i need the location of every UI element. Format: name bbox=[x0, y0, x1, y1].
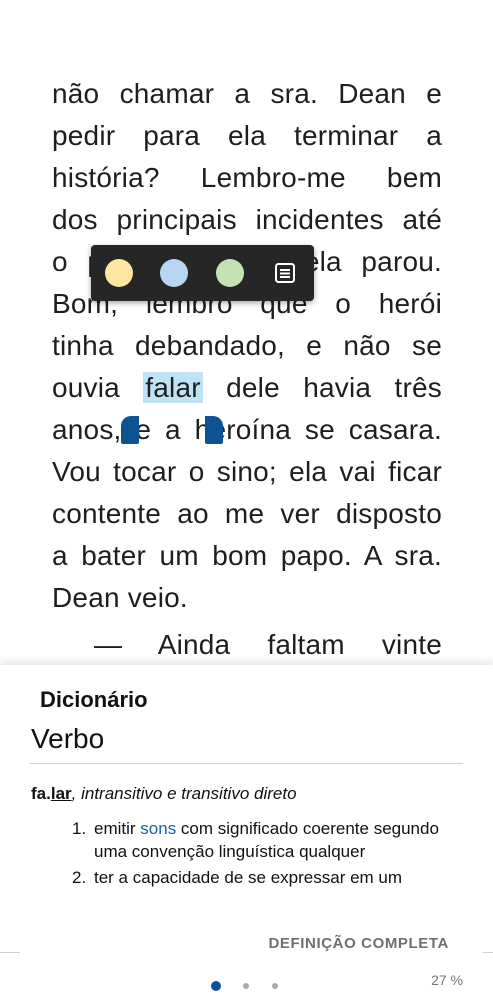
highlight-blue-button[interactable] bbox=[160, 259, 188, 287]
definition-item: 2. ter a capacidade de se expressar em u… bbox=[72, 866, 462, 889]
page-dot[interactable] bbox=[243, 983, 249, 989]
highlight-green-button[interactable] bbox=[216, 259, 244, 287]
dictionary-panel: Dicionário Verbo fa.lar, intransitivo e … bbox=[0, 665, 493, 1000]
page-indicator[interactable] bbox=[0, 977, 493, 997]
highlight-yellow-button[interactable] bbox=[105, 259, 133, 287]
definition-link[interactable]: sons bbox=[140, 819, 176, 838]
definition-number: 2. bbox=[72, 868, 87, 887]
definition-number: 1. bbox=[72, 819, 87, 838]
text-line: Dean veio. bbox=[52, 582, 188, 613]
note-icon[interactable] bbox=[274, 262, 296, 284]
text-line: a bater um bom papo. A sra. bbox=[52, 540, 442, 571]
divider bbox=[0, 952, 20, 953]
text-line: não chamar a sra. Dean e bbox=[52, 78, 442, 109]
text-line-with-selection: ouvia falar dele havia três bbox=[52, 367, 442, 409]
text-line: — Ainda faltam vinte bbox=[94, 629, 442, 660]
text-line: Vou tocar o sino; ela vai ficar bbox=[52, 456, 442, 487]
definition-item: 1. emitir sons com significado coerente … bbox=[72, 817, 462, 863]
text-line: história? Lembro-me bem bbox=[52, 162, 442, 193]
lemma-stressed-syllable: lar bbox=[50, 784, 72, 803]
highlight-toolbar bbox=[91, 245, 314, 301]
text-line: dos principais incidentes até bbox=[52, 204, 442, 235]
reading-pane[interactable]: não chamar a sra. Dean e pedir para ela … bbox=[0, 0, 493, 665]
divider bbox=[483, 952, 493, 953]
definition-list: 1. emitir sons com significado coerente … bbox=[72, 817, 462, 892]
text-line: anos, e a heroína se casara. bbox=[52, 414, 442, 445]
entry-headword: fa.lar, intransitivo e transitivo direto bbox=[31, 784, 297, 804]
page-dot-active[interactable] bbox=[211, 981, 221, 991]
definition-text: emitir bbox=[94, 819, 141, 838]
part-of-speech: Verbo bbox=[31, 723, 105, 754]
text-fragment: dele havia três bbox=[202, 372, 442, 403]
dictionary-title: Dicionário bbox=[40, 687, 148, 712]
grammar-note: , intransitivo e transitivo direto bbox=[71, 784, 297, 803]
page-dot[interactable] bbox=[272, 983, 278, 989]
definition-text: ter a capacidade de se expressar em um bbox=[94, 868, 403, 887]
text-line: tinha debandado, e não se bbox=[52, 330, 442, 361]
selection-start-handle[interactable] bbox=[121, 416, 139, 444]
full-definition-button[interactable]: DEFINIÇÃO COMPLETA bbox=[268, 935, 449, 952]
reading-progress: 27 % bbox=[431, 972, 463, 988]
selected-word[interactable]: falar bbox=[143, 372, 203, 403]
text-line: pedir para ela terminar a bbox=[52, 120, 442, 151]
text-fragment: ouvia bbox=[52, 372, 144, 403]
selection-end-handle[interactable] bbox=[205, 416, 223, 444]
text-line: contente ao me ver disposto bbox=[52, 498, 442, 529]
divider bbox=[30, 763, 463, 764]
lemma-prefix: fa. bbox=[31, 784, 51, 803]
